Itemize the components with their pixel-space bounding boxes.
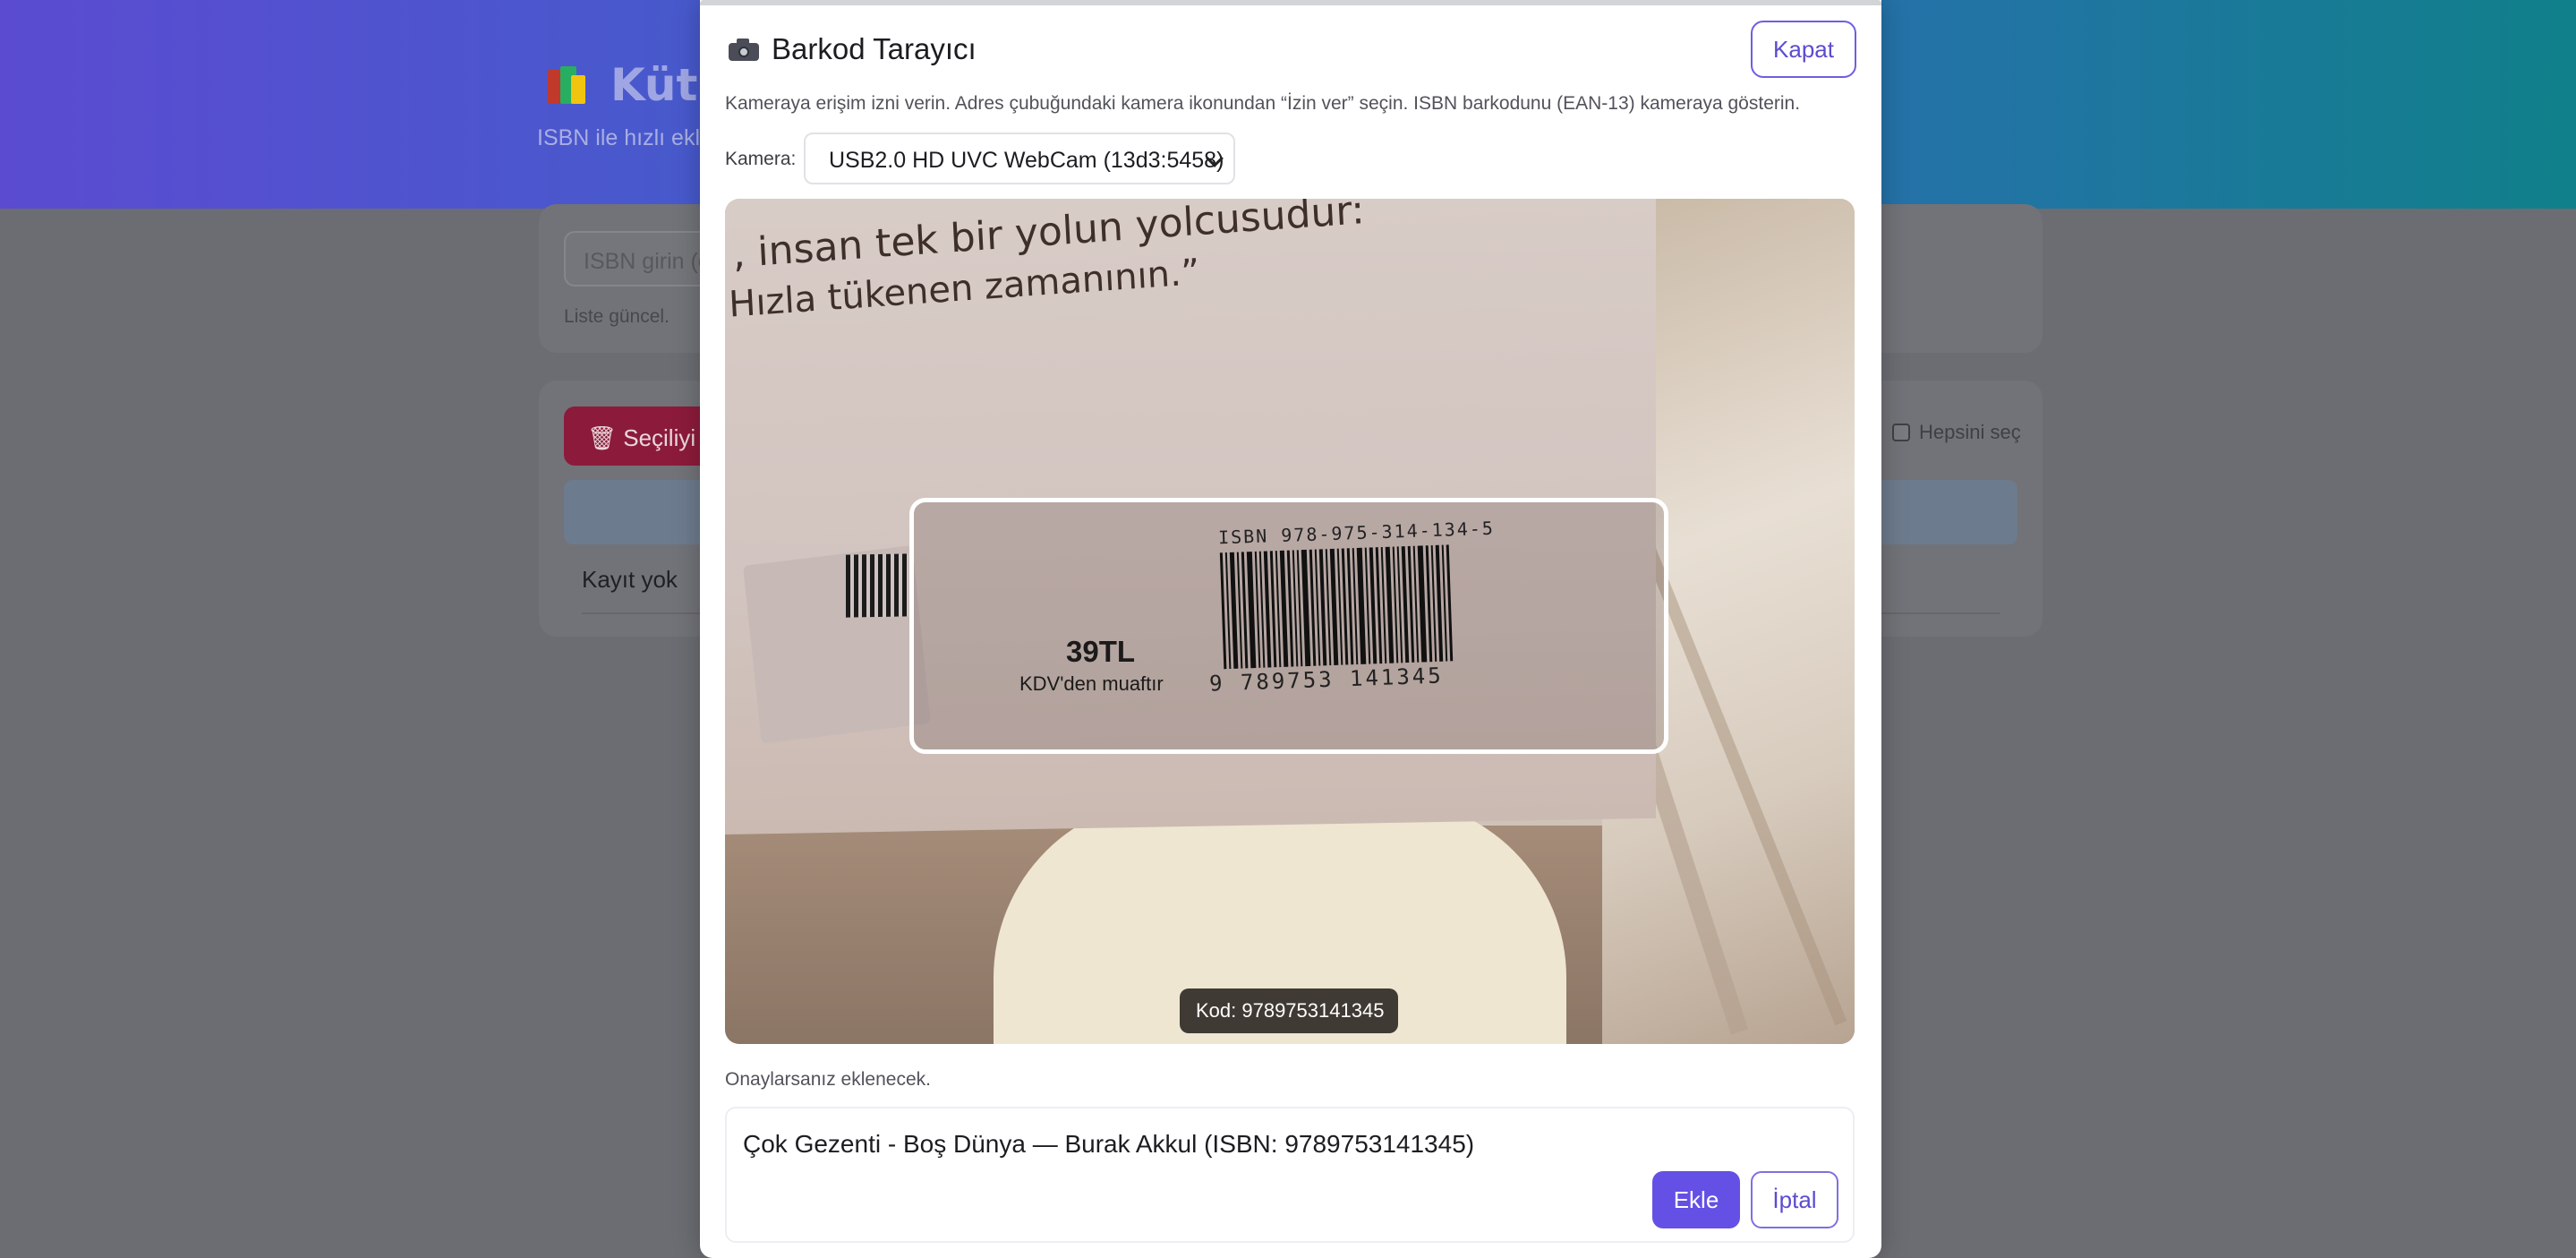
select-all-label: Hepsini seç xyxy=(1919,421,2021,443)
divider xyxy=(1874,612,2000,614)
page-subtitle: ISBN ile hızlı ekle xyxy=(537,125,712,150)
books-icon xyxy=(546,66,587,107)
select-all-control[interactable]: Hepsini seç xyxy=(1892,421,2021,444)
camera-select-value: USB2.0 HD UVC WebCam (13d3:5458) xyxy=(829,148,1224,173)
modal-top-border xyxy=(700,0,1881,5)
table-header xyxy=(564,480,703,544)
camera-preview: , insan tek bir yolun yolcusudur: Hızla … xyxy=(725,199,1855,1044)
camera-icon xyxy=(729,38,759,61)
detected-code-badge: Kod: 9789753141345 xyxy=(1180,988,1399,1033)
empty-state: Kayıt yok xyxy=(582,566,678,593)
camera-select[interactable]: USB2.0 HD UVC WebCam (13d3:5458) xyxy=(804,133,1235,184)
camera-label: Kamera: xyxy=(725,149,797,169)
book-price: 39TL xyxy=(1066,635,1136,668)
book-result-text: Çok Gezenti - Boş Dünya — Burak Akkul (I… xyxy=(743,1130,1475,1158)
barcode-scanner-modal: Barkod Tarayıcı Kapat Kameraya erişim iz… xyxy=(700,0,1881,1258)
confirm-hint: Onaylarsanız eklenecek. xyxy=(725,1069,931,1090)
scan-frame: ISBN 978-975-314-134-5 9 789753 141345 3… xyxy=(909,498,1668,754)
select-all-checkbox[interactable] xyxy=(1892,424,1910,441)
list-status: Liste güncel. xyxy=(564,306,670,327)
qr-code-icon xyxy=(846,553,908,618)
divider xyxy=(582,612,703,614)
scan-result-panel: Çok Gezenti - Boş Dünya — Burak Akkul (I… xyxy=(725,1107,1855,1243)
delete-selected-button[interactable]: 🗑 Seçiliyi S xyxy=(564,406,707,466)
add-button[interactable]: Ekle xyxy=(1652,1171,1740,1228)
modal-title-text: Barkod Tarayıcı xyxy=(772,32,977,65)
modal-title: Barkod Tarayıcı xyxy=(729,32,977,66)
cancel-button[interactable]: İptal xyxy=(1751,1171,1838,1228)
printed-isbn: ISBN 978-975-314-134-5 xyxy=(1217,517,1496,549)
tax-note: KDV'den muaftır xyxy=(1019,672,1164,695)
table-header-end xyxy=(1874,480,2017,544)
barcode-icon xyxy=(1219,542,1546,670)
close-button[interactable]: Kapat xyxy=(1751,21,1856,78)
instructions-text: Kameraya erişim izni verin. Adres çubuğu… xyxy=(725,93,1801,114)
